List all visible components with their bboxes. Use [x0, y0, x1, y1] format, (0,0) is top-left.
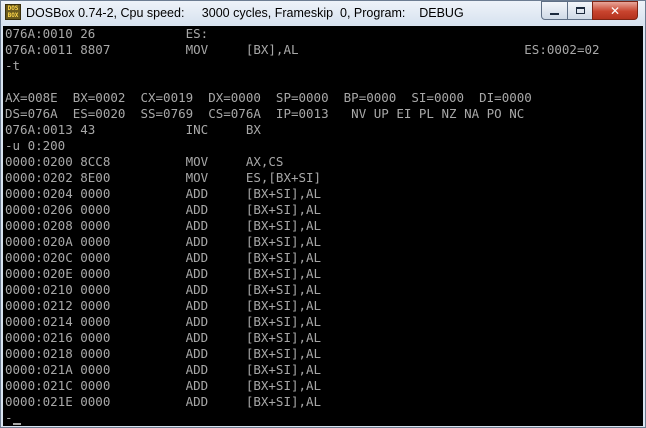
text-cursor	[13, 423, 21, 425]
terminal-line: 076A:0013 43 INC BX	[5, 122, 261, 137]
terminal-line: 0000:021E 0000 ADD [BX+SI],AL	[5, 394, 322, 409]
terminal-line: 0000:0214 0000 ADD [BX+SI],AL	[5, 314, 322, 329]
terminal-line: 076A:0010 26 ES:	[5, 26, 209, 41]
terminal-line: DS=076A ES=0020 SS=0769 CS=076A IP=0013 …	[5, 106, 525, 121]
terminal-line: 0000:020C 0000 ADD [BX+SI],AL	[5, 250, 322, 265]
maximize-icon	[575, 7, 585, 14]
title-bar[interactable]: DOS BOX DOSBox 0.74-2, Cpu speed: 3000 c…	[1, 1, 645, 25]
terminal-line: 0000:0218 0000 ADD [BX+SI],AL	[5, 346, 322, 361]
terminal-line: 0000:0216 0000 ADD [BX+SI],AL	[5, 330, 322, 345]
window-title: DOSBox 0.74-2, Cpu speed: 3000 cycles, F…	[26, 6, 464, 20]
terminal-line: 0000:0204 0000 ADD [BX+SI],AL	[5, 186, 322, 201]
dosbox-window: DOS BOX DOSBox 0.74-2, Cpu speed: 3000 c…	[0, 0, 646, 428]
terminal-line: -u 0:200	[5, 138, 66, 153]
terminal-line: -	[5, 410, 13, 425]
maximize-button[interactable]	[567, 1, 593, 20]
terminal-line: AX=008E BX=0002 CX=0019 DX=0000 SP=0000 …	[5, 90, 532, 105]
close-button[interactable]: ✕	[592, 1, 638, 20]
dosbox-app-icon[interactable]: DOS BOX	[5, 4, 21, 20]
terminal-line: -t	[5, 58, 21, 73]
dos-terminal-screen[interactable]: 076A:0010 26 ES: 076A:0011 8807 MOV [BX],…	[3, 26, 643, 426]
terminal-line: 0000:0200 8CC8 MOV AX,CS	[5, 154, 284, 169]
terminal-line: 0000:021A 0000 ADD [BX+SI],AL	[5, 362, 322, 377]
terminal-line: 0000:020E 0000 ADD [BX+SI],AL	[5, 266, 322, 281]
terminal-line: 076A:0011 8807 MOV [BX],AL ES:0002=02	[5, 42, 600, 57]
terminal-line: 0000:0202 8E00 MOV ES,[BX+SI]	[5, 170, 322, 185]
terminal-line: 0000:0208 0000 ADD [BX+SI],AL	[5, 218, 322, 233]
minimize-icon	[550, 12, 559, 15]
minimize-button[interactable]	[541, 1, 568, 20]
close-icon: ✕	[609, 3, 621, 18]
terminal-line: 0000:0212 0000 ADD [BX+SI],AL	[5, 298, 322, 313]
terminal-line: 0000:0206 0000 ADD [BX+SI],AL	[5, 202, 322, 217]
terminal-line: 0000:021C 0000 ADD [BX+SI],AL	[5, 378, 322, 393]
terminal-line: 0000:020A 0000 ADD [BX+SI],AL	[5, 234, 322, 249]
terminal-line: 0000:0210 0000 ADD [BX+SI],AL	[5, 282, 322, 297]
